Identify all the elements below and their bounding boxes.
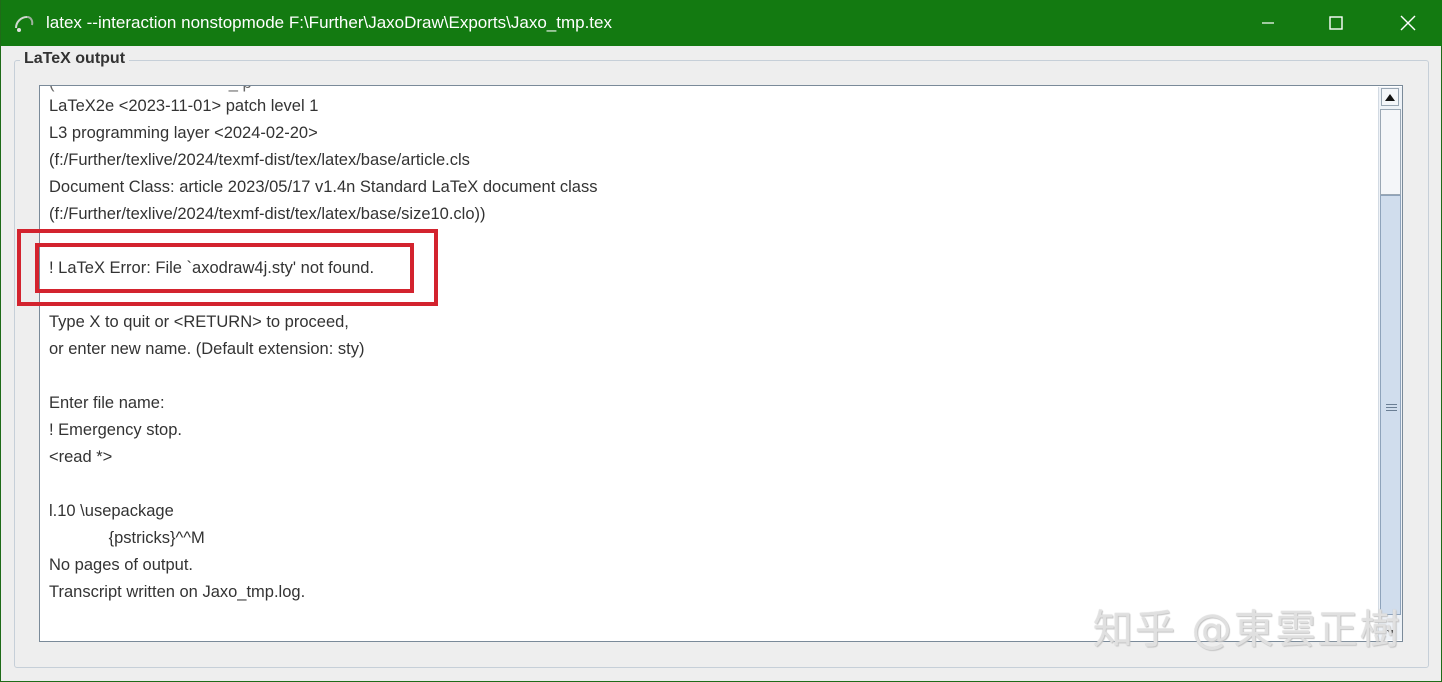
output-line: ! Emergency stop. bbox=[49, 421, 182, 439]
output-line: Document Class: article 2023/05/17 v1.4n… bbox=[49, 178, 598, 196]
output-line: Type X to quit or <RETURN> to proceed, bbox=[49, 313, 349, 331]
minimize-icon bbox=[1262, 22, 1274, 24]
error-highlight-inner-box bbox=[35, 243, 414, 293]
output-line: No pages of output. bbox=[49, 556, 194, 574]
output-line: LaTeX2e <2023-11-01> patch level 1 bbox=[49, 97, 319, 115]
scroll-up-button[interactable] bbox=[1381, 88, 1399, 106]
window-title: latex --interaction nonstopmode F:\Furth… bbox=[46, 13, 612, 32]
scroll-thumb[interactable] bbox=[1380, 195, 1401, 615]
output-line: L3 programming layer <2024-02-20> bbox=[49, 124, 318, 142]
output-line: Transcript written on Jaxo_tmp.log. bbox=[49, 583, 306, 601]
latex-output-textarea[interactable]: ( _ p LaTeX2e <2023-11-01> patch level 1… bbox=[39, 85, 1403, 642]
output-line: {pstricks}^^M bbox=[49, 529, 205, 547]
output-line: l.10 \usepackage bbox=[49, 502, 174, 520]
groupbox-title: LaTeX output bbox=[20, 50, 130, 68]
output-line: (f:/Further/texlive/2024/texmf-dist/tex/… bbox=[49, 205, 486, 223]
watermark: 知乎 @東雲正樹 bbox=[1093, 607, 1402, 653]
app-icon bbox=[15, 16, 34, 32]
output-line: Enter file name: bbox=[49, 394, 165, 412]
vertical-scrollbar[interactable] bbox=[1378, 87, 1402, 640]
maximize-icon bbox=[1329, 16, 1343, 30]
title-bar[interactable]: latex --interaction nonstopmode F:\Furth… bbox=[1, 0, 1442, 46]
scroll-region-above-thumb[interactable] bbox=[1380, 109, 1401, 195]
maximize-button[interactable] bbox=[1301, 0, 1371, 46]
close-icon bbox=[1400, 15, 1416, 31]
output-line: or enter new name. (Default extension: s… bbox=[49, 340, 365, 358]
minimize-button[interactable] bbox=[1233, 0, 1303, 46]
output-line: (f:/Further/texlive/2024/texmf-dist/tex/… bbox=[49, 151, 470, 169]
grip-icon bbox=[1386, 404, 1397, 413]
arrow-up-icon bbox=[1385, 93, 1395, 101]
close-button[interactable] bbox=[1373, 0, 1442, 46]
latex-output-window: latex --interaction nonstopmode F:\Furth… bbox=[0, 0, 1442, 682]
output-line: <read *> bbox=[49, 448, 113, 466]
